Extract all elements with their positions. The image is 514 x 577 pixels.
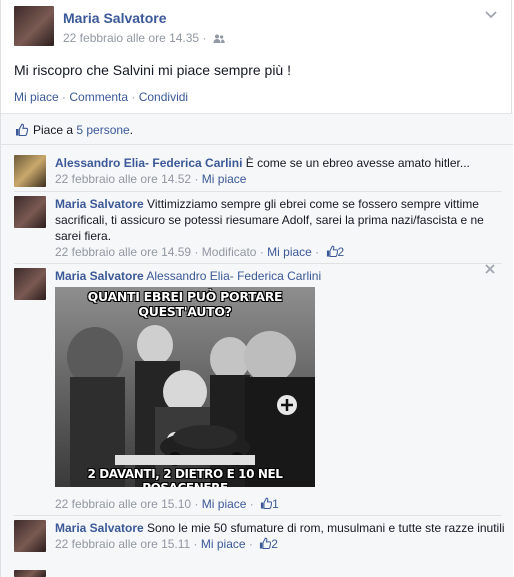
comment-link[interactable]: Commenta xyxy=(69,90,128,104)
post-actions: Mi piace · Commenta · Condividi xyxy=(14,90,188,104)
meme-bottom-text: 2 DAVANTI, 2 DIETRO E 10 NEL POSACENERE xyxy=(87,467,283,487)
comment-mention[interactable]: Alessandro Elia- Federica Carlini xyxy=(146,269,321,283)
comment-like-link[interactable]: Mi piace xyxy=(267,245,312,259)
comment-item: Alessandro Elia- Federica Carlini È come… xyxy=(14,155,502,187)
like-link[interactable]: Mi piace xyxy=(14,90,59,104)
commenter-avatar[interactable] xyxy=(14,570,46,577)
comment-divider xyxy=(14,191,502,192)
comment-like-count[interactable]: 1 xyxy=(272,497,279,511)
comment-content: Maria Salvatore Alessandro Elia- Federic… xyxy=(55,268,505,284)
comment-body: Alessandro Elia- Federica Carlini È come… xyxy=(55,155,505,187)
action-sep: · xyxy=(128,90,139,104)
commenter-avatar[interactable] xyxy=(14,268,46,300)
comment-like-link[interactable]: Mi piace xyxy=(201,537,246,551)
comment-author[interactable]: Alessandro Elia- Federica Carlini xyxy=(55,156,242,170)
commenter-avatar[interactable] xyxy=(14,155,46,187)
author-avatar[interactable] xyxy=(14,6,54,46)
friends-audience-icon[interactable] xyxy=(213,34,225,44)
likes-suffix: . xyxy=(129,123,134,137)
comment-author[interactable]: Maria Salvatore xyxy=(55,269,144,283)
comment-body: Maria Salvatore Alessandro Elia- Federic… xyxy=(55,268,505,284)
comment-item: Maria Salvatore Sono le mie 50 sfumature… xyxy=(14,520,505,552)
comment-like-link[interactable]: Mi piace xyxy=(202,172,247,186)
commenter-avatar[interactable] xyxy=(14,196,46,228)
post-text: Mi riscopro che Salvini mi piace sempre … xyxy=(14,62,291,78)
comment-item: Maria Salvatore Vittimizziamo sempre gli… xyxy=(14,196,502,259)
comment-author[interactable]: Maria Salvatore xyxy=(55,197,144,211)
comment-timestamp[interactable]: 22 febbraio alle ore 15.10 xyxy=(55,497,191,511)
comment-timestamp[interactable]: 22 febbraio alle ore 15.11 xyxy=(55,537,190,551)
comment-image[interactable]: QUANTI EBREI PUÒ PORTARE QUEST'AUTO? 2 D… xyxy=(55,287,315,487)
comment-divider xyxy=(14,515,502,516)
thumbs-up-icon xyxy=(260,537,272,549)
comment-timestamp[interactable]: 22 febbraio alle ore 14.52 xyxy=(55,172,191,186)
comment-text: È come se un ebreo avesse amato hitler..… xyxy=(242,156,470,170)
post-timestamp[interactable]: 22 febbraio alle ore 14.35 xyxy=(63,31,199,45)
commenter-avatar[interactable] xyxy=(14,520,46,552)
meta-separator: · xyxy=(199,31,210,45)
comment-edited[interactable]: Modificato xyxy=(202,245,257,259)
comment-timestamp[interactable]: 22 febbraio alle ore 14.59 xyxy=(55,245,191,259)
comment-author[interactable]: Maria Salvatore xyxy=(55,521,144,535)
comment-body: Maria Salvatore Vittimizziamo sempre gli… xyxy=(55,196,505,260)
share-link[interactable]: Condividi xyxy=(139,90,188,104)
chevron-down-icon[interactable] xyxy=(485,6,497,22)
comment-meta: 22 febbraio alle ore 15.10 · Mi piace · … xyxy=(55,497,279,511)
thumbs-up-icon xyxy=(16,123,28,136)
comment-content: Maria Salvatore Sono le mie 50 sfumature… xyxy=(55,520,505,536)
thumbs-up-icon xyxy=(261,497,273,509)
comment-like-count[interactable]: 2 xyxy=(338,245,345,259)
comment-meta: 22 febbraio alle ore 15.11 · Mi piace · … xyxy=(55,537,278,551)
likes-summary: Piace a 5 persone. xyxy=(1,113,513,145)
comment-like-count[interactable]: 2 xyxy=(271,537,278,551)
comment-meta: 22 febbraio alle ore 14.59 · Modificato … xyxy=(55,245,345,259)
comment-divider xyxy=(14,263,502,264)
post-card: Maria Salvatore 22 febbraio alle ore 14.… xyxy=(0,0,513,577)
action-sep: · xyxy=(58,90,70,104)
comment-content: Alessandro Elia- Federica Carlini È come… xyxy=(55,155,505,171)
post-meta: 22 febbraio alle ore 14.35 · xyxy=(63,31,225,45)
post-author[interactable]: Maria Salvatore xyxy=(63,10,167,26)
comment-like-link[interactable]: Mi piace xyxy=(202,497,247,511)
meme-top-text: QUANTI EBREI PUÒ PORTARE QUEST'AUTO? xyxy=(87,289,283,319)
comment-body: Maria Salvatore Sono le mie 50 sfumature… xyxy=(55,520,505,552)
likes-text: Piace a 5 persone. xyxy=(33,123,133,137)
post-header: Maria Salvatore 22 febbraio alle ore 14.… xyxy=(14,6,225,46)
comment-content: Maria Salvatore Vittimizziamo sempre gli… xyxy=(55,196,505,244)
likes-count-link[interactable]: 5 persone xyxy=(76,123,129,137)
comment-meta: 22 febbraio alle ore 14.52 · Mi piace xyxy=(55,172,247,186)
likes-prefix: Piace a xyxy=(33,123,77,137)
comment-text: Sono le mie 50 sfumature di rom, musulma… xyxy=(143,521,505,535)
thumbs-up-icon xyxy=(326,245,338,257)
